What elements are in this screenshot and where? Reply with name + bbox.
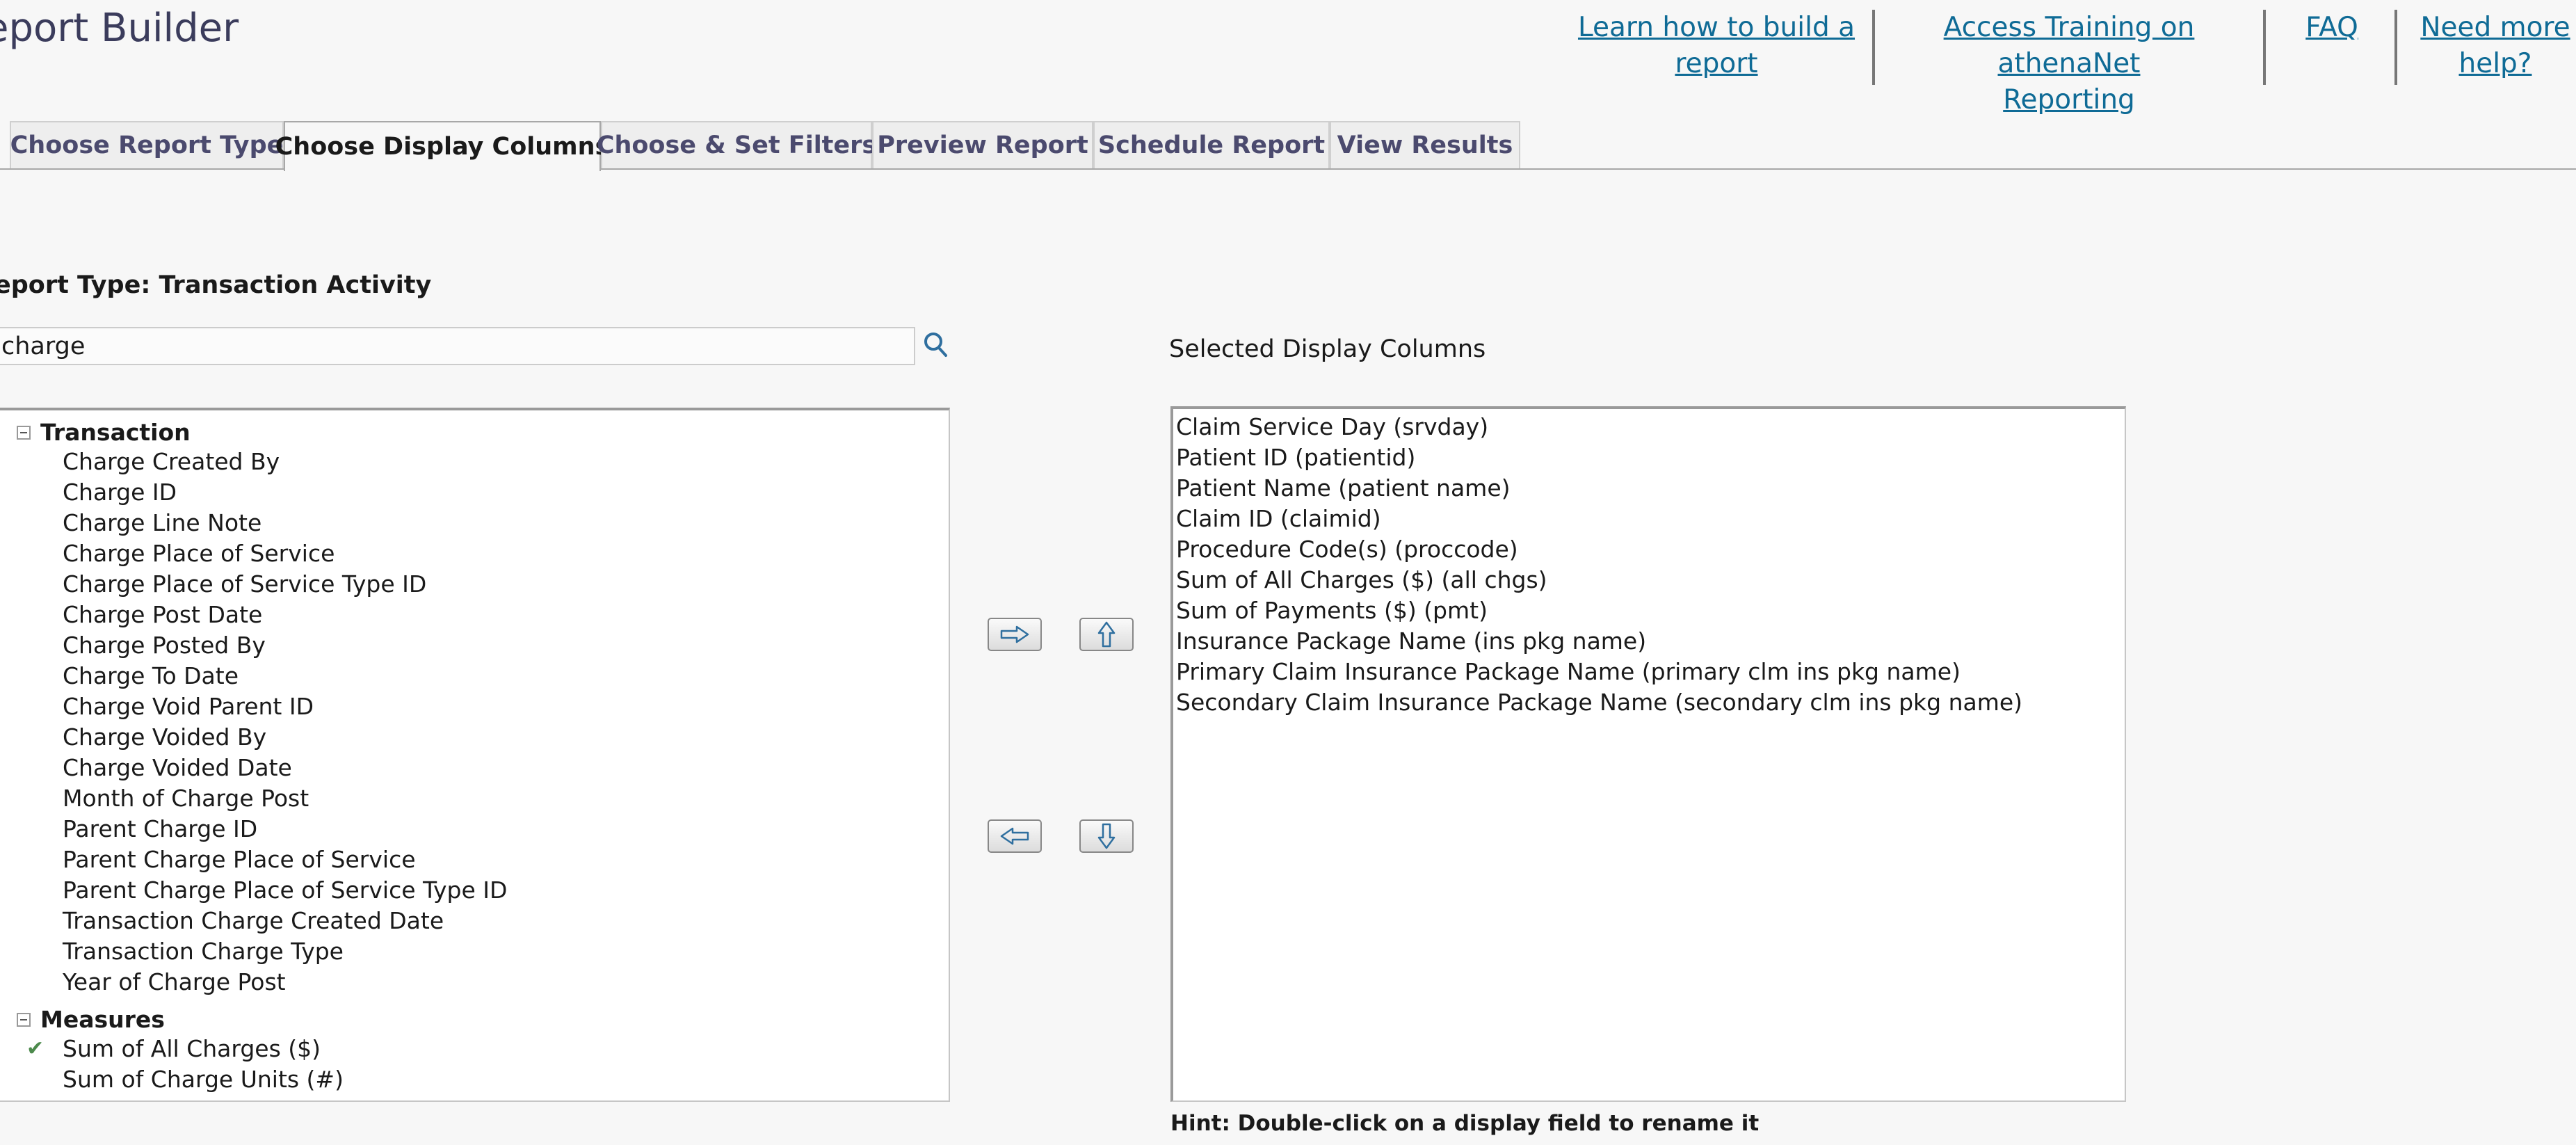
selected-column-item[interactable]: Patient ID (patientid) (1176, 444, 1415, 471)
tree-item[interactable]: Sum of Charges ($) (63, 1096, 285, 1100)
add-column-button[interactable] (988, 618, 1042, 651)
link-text: help? (2458, 48, 2532, 79)
tree-item[interactable]: Parent Charge ID (63, 815, 257, 842)
arrow-right-icon (1000, 625, 1029, 643)
faq-link[interactable]: FAQ (2288, 10, 2376, 46)
tree-group-label: Transaction (40, 419, 191, 446)
tree-item[interactable]: Charge Line Note (63, 509, 261, 536)
tree-item[interactable]: Transaction Charge Type (63, 938, 344, 965)
link-divider (2263, 10, 2266, 85)
page-title: eport Builder (0, 6, 239, 51)
tree-item[interactable]: Charge Created By (63, 448, 280, 475)
tree-item[interactable]: Parent Charge Place of Service (63, 846, 416, 873)
tree-item[interactable]: Transaction Charge Created Date (63, 907, 444, 934)
tree-item[interactable]: Parent Charge Place of Service Type ID (63, 876, 507, 904)
selected-columns-list[interactable]: Claim Service Day (srvday) Patient ID (p… (1170, 406, 2126, 1102)
selected-column-item[interactable]: Claim Service Day (srvday) (1176, 413, 1488, 440)
selected-column-item[interactable]: Sum of Payments ($) (pmt) (1176, 597, 1488, 624)
link-divider (1872, 10, 1875, 85)
arrow-down-icon (1097, 823, 1116, 849)
access-training-link[interactable]: Access Training on athenaNet Reporting (1881, 10, 2257, 118)
tab-preview-report[interactable]: Preview Report (872, 121, 1093, 168)
tree-item[interactable]: Charge Voided By (63, 723, 266, 751)
tree-group-measures[interactable]: Measures (17, 1006, 165, 1033)
tree-item[interactable]: Charge Place of Service Type ID (63, 570, 426, 598)
tree-item[interactable]: Charge Void Parent ID (63, 693, 314, 720)
tab-choose-display-columns[interactable]: Choose Display Columns (275, 121, 609, 171)
report-type-heading: eport Type: Transaction Activity (0, 271, 432, 299)
checkmark-icon: ✔ (26, 1036, 45, 1061)
arrow-left-icon (1000, 827, 1029, 845)
tree-item[interactable]: Year of Charge Post (63, 968, 286, 995)
tab-choose-set-filters[interactable]: Choose & Set Filters (597, 121, 876, 168)
tree-item[interactable]: Charge Place of Service (63, 540, 335, 567)
tab-view-results[interactable]: View Results (1330, 121, 1520, 168)
selected-column-item[interactable]: Procedure Code(s) (proccode) (1176, 536, 1518, 563)
collapse-icon[interactable] (17, 1012, 31, 1027)
tree-item[interactable]: Charge Voided Date (63, 754, 292, 781)
move-down-button[interactable] (1079, 819, 1134, 853)
tree-item[interactable]: Charge Post Date (63, 601, 262, 628)
arrow-up-icon (1097, 621, 1116, 648)
selected-columns-label: Selected Display Columns (1169, 335, 1486, 363)
tree-group-label: Measures (40, 1006, 165, 1033)
need-help-link[interactable]: Need more help? (2413, 10, 2576, 82)
tree-item[interactable]: Sum of Charge Units (#) (63, 1066, 344, 1093)
learn-build-report-link[interactable]: Learn how to build a report (1577, 10, 1855, 82)
move-up-button[interactable] (1079, 618, 1134, 651)
tab-schedule-report[interactable]: Schedule Report (1093, 121, 1330, 168)
search-icon[interactable] (922, 330, 950, 360)
tree-item[interactable]: Charge Posted By (63, 632, 266, 659)
tree-item[interactable]: Charge ID (63, 479, 177, 506)
link-text: Learn how to build a (1577, 12, 1855, 43)
remove-column-button[interactable] (988, 819, 1042, 853)
selected-column-item[interactable]: Claim ID (claimid) (1176, 505, 1381, 532)
collapse-icon[interactable] (17, 425, 31, 440)
column-search-input[interactable] (0, 327, 915, 365)
tree-item[interactable]: Sum of All Charges ($) (63, 1035, 321, 1062)
link-text: Reporting (2003, 84, 2135, 115)
tree-item[interactable]: Charge To Date (63, 662, 239, 689)
link-text: report (1675, 48, 1758, 79)
available-columns-tree[interactable]: Transaction Charge Created By Charge ID … (0, 408, 950, 1102)
link-text: Need more (2420, 12, 2570, 43)
link-text: FAQ (2305, 12, 2358, 43)
link-divider (2394, 10, 2397, 85)
link-text: Access Training on athenaNet (1943, 12, 2195, 79)
selected-column-item[interactable]: Primary Claim Insurance Package Name (pr… (1176, 658, 1961, 685)
selected-column-item[interactable]: Patient Name (patient name) (1176, 474, 1511, 502)
selected-column-item[interactable]: Secondary Claim Insurance Package Name (… (1176, 689, 2022, 716)
rename-hint: Hint: Double-click on a display field to… (1170, 1111, 1760, 1136)
tab-choose-report-type[interactable]: Choose Report Type (10, 121, 284, 168)
tree-item[interactable]: Month of Charge Post (63, 785, 309, 812)
selected-column-item[interactable]: Sum of All Charges ($) (all chgs) (1176, 566, 1547, 593)
selected-column-item[interactable]: Insurance Package Name (ins pkg name) (1176, 627, 1646, 655)
tree-group-transaction[interactable]: Transaction (17, 419, 191, 446)
